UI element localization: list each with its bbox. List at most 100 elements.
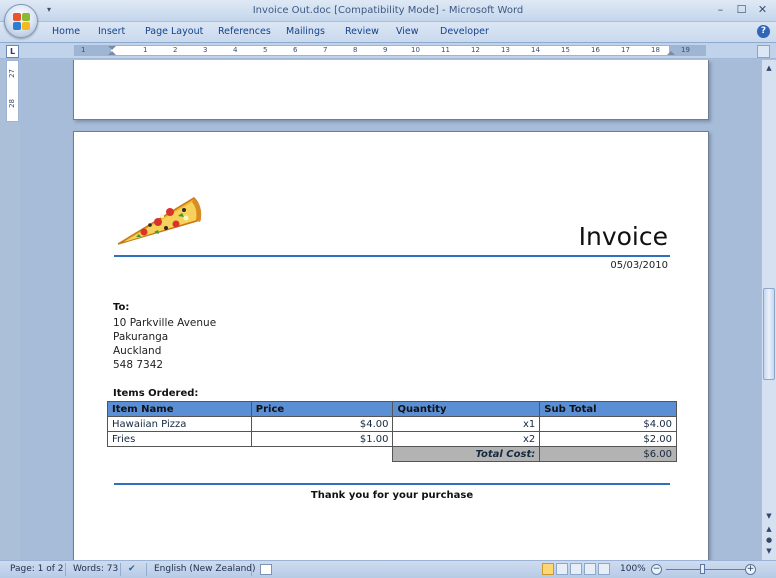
tab-view[interactable]: View	[396, 26, 419, 37]
ruler-label: 1	[143, 46, 148, 54]
page-count[interactable]: Page: 1 of 2	[10, 564, 64, 574]
column-header[interactable]: Quantity	[392, 401, 541, 417]
right-indent-marker[interactable]	[667, 51, 675, 55]
web-layout-view-icon[interactable]	[570, 563, 582, 575]
table-row: Fries $1.00 x2 $2.00	[107, 431, 677, 447]
ruler-label: 1	[81, 46, 86, 54]
proofing-check-icon[interactable]: ✔	[128, 564, 136, 574]
draft-view-icon[interactable]	[598, 563, 610, 575]
table-cell[interactable]: $4.00	[250, 416, 394, 432]
column-header[interactable]: Item Name	[107, 401, 252, 417]
table-cell[interactable]: $2.00	[539, 431, 677, 447]
horizontal-ruler-bar: L 1 1 2 3 4 5 6 7 8 9 10 11 12 13 14 15 …	[0, 43, 776, 59]
tab-home[interactable]: Home	[52, 26, 80, 37]
document-area[interactable]: Invoice 05/03/2010 To: 10 Parkville Aven…	[20, 60, 761, 560]
zoom-slider-track[interactable]	[666, 569, 746, 570]
ruler-label: 13	[501, 46, 510, 54]
address-line: 10 Parkville Avenue	[113, 317, 217, 329]
empty-cell	[108, 447, 252, 462]
ruler-label: 17	[621, 46, 630, 54]
table-cell[interactable]: $1.00	[250, 431, 394, 447]
previous-page[interactable]	[73, 60, 709, 120]
tab-insert[interactable]: Insert	[98, 26, 125, 37]
next-page-icon[interactable]: ▼	[763, 546, 775, 556]
address-line: 548 7342	[113, 359, 164, 371]
address-line: Auckland	[113, 345, 162, 357]
ruler-label: 3	[203, 46, 208, 54]
word-count[interactable]: Words: 73	[73, 564, 118, 574]
first-line-indent-marker[interactable]	[108, 46, 116, 50]
items-ordered-label: Items Ordered:	[113, 388, 199, 399]
scroll-down-arrow-icon[interactable]: ▼	[763, 510, 775, 522]
minimize-button[interactable]: –	[711, 1, 730, 18]
tab-review[interactable]: Review	[345, 26, 379, 37]
to-label: To:	[113, 302, 130, 313]
ruler-label: 18	[651, 46, 660, 54]
tab-mailings[interactable]: Mailings	[286, 26, 325, 37]
ruler-ticks: 1 1 2 3 4 5 6 7 8 9 10 11 12 13 14 15 16…	[75, 46, 705, 55]
table-cell[interactable]: Hawaiian Pizza	[107, 416, 252, 432]
language-indicator[interactable]: English (New Zealand)	[154, 564, 256, 574]
outline-view-icon[interactable]	[584, 563, 596, 575]
maximize-button[interactable]: ☐	[732, 1, 751, 18]
invoice-heading: Invoice	[578, 222, 668, 251]
table-cell[interactable]: Fries	[107, 431, 252, 447]
ruler-label: 27	[8, 69, 16, 78]
macro-record-icon[interactable]	[260, 564, 272, 575]
zoom-out-button[interactable]: −	[651, 564, 662, 575]
document-page[interactable]: Invoice 05/03/2010 To: 10 Parkville Aven…	[73, 131, 709, 560]
column-header[interactable]: Price	[250, 401, 394, 417]
ruler-label: 4	[233, 46, 238, 54]
status-separator	[251, 563, 252, 576]
invoice-date: 05/03/2010	[610, 260, 668, 271]
items-table[interactable]: Item Name Price Quantity Sub Total Hawai…	[107, 401, 677, 462]
zoom-in-button[interactable]: +	[745, 564, 756, 575]
close-button[interactable]: ✕	[753, 1, 772, 18]
hanging-indent-marker[interactable]	[108, 51, 116, 55]
column-header[interactable]: Sub Total	[539, 401, 677, 417]
total-cost-value[interactable]: $6.00	[539, 446, 677, 462]
status-separator	[120, 563, 121, 576]
help-icon[interactable]: ?	[757, 25, 770, 38]
tab-developer[interactable]: Developer	[440, 26, 489, 37]
ruler-label: 28	[8, 99, 16, 108]
ruler-label: 10	[411, 46, 420, 54]
ruler-label: 15	[561, 46, 570, 54]
previous-page-icon[interactable]: ▲	[763, 524, 775, 534]
table-header-row: Item Name Price Quantity Sub Total	[107, 401, 677, 417]
window-title: Invoice Out.doc [Compatibility Mode] - M…	[252, 5, 524, 16]
office-button[interactable]	[4, 4, 38, 38]
vertical-ruler[interactable]: 27 28	[6, 60, 19, 122]
tab-stop-selector[interactable]: L	[6, 45, 19, 58]
full-screen-reading-view-icon[interactable]	[556, 563, 568, 575]
window-controls: – ☐ ✕	[711, 1, 772, 18]
ruler-label: 6	[293, 46, 298, 54]
print-layout-view-icon[interactable]	[542, 563, 554, 575]
tab-references[interactable]: References	[218, 26, 271, 37]
table-row: Hawaiian Pizza $4.00 x1 $4.00	[107, 416, 677, 432]
scroll-thumb[interactable]	[763, 288, 775, 380]
ruler-label: 2	[173, 46, 178, 54]
empty-cell	[251, 447, 393, 462]
scroll-up-arrow-icon[interactable]: ▲	[763, 62, 775, 74]
ruler-label: 8	[353, 46, 358, 54]
address-line: Pakuranga	[113, 331, 169, 343]
table-cell[interactable]: x2	[392, 431, 541, 447]
tab-page-layout[interactable]: Page Layout	[145, 26, 203, 37]
ruler-label: 11	[441, 46, 450, 54]
browse-object-icon[interactable]: ●	[763, 535, 775, 545]
table-cell[interactable]: x1	[392, 416, 541, 432]
zoom-level[interactable]: 100%	[620, 564, 646, 574]
view-ruler-icon[interactable]	[757, 45, 770, 58]
ruler-label: 5	[263, 46, 268, 54]
horizontal-ruler[interactable]: 1 1 2 3 4 5 6 7 8 9 10 11 12 13 14 15 16…	[74, 45, 706, 56]
total-cost-label[interactable]: Total Cost:	[392, 446, 541, 462]
status-separator	[146, 563, 147, 576]
table-cell[interactable]: $4.00	[539, 416, 677, 432]
status-separator	[65, 563, 66, 576]
vertical-scrollbar[interactable]: ▲ ▼ ▲ ● ▼	[761, 60, 776, 560]
zoom-slider-thumb[interactable]	[700, 564, 705, 574]
ruler-label: 12	[471, 46, 480, 54]
ruler-label: 16	[591, 46, 600, 54]
thank-you-message: Thank you for your purchase	[310, 490, 474, 501]
